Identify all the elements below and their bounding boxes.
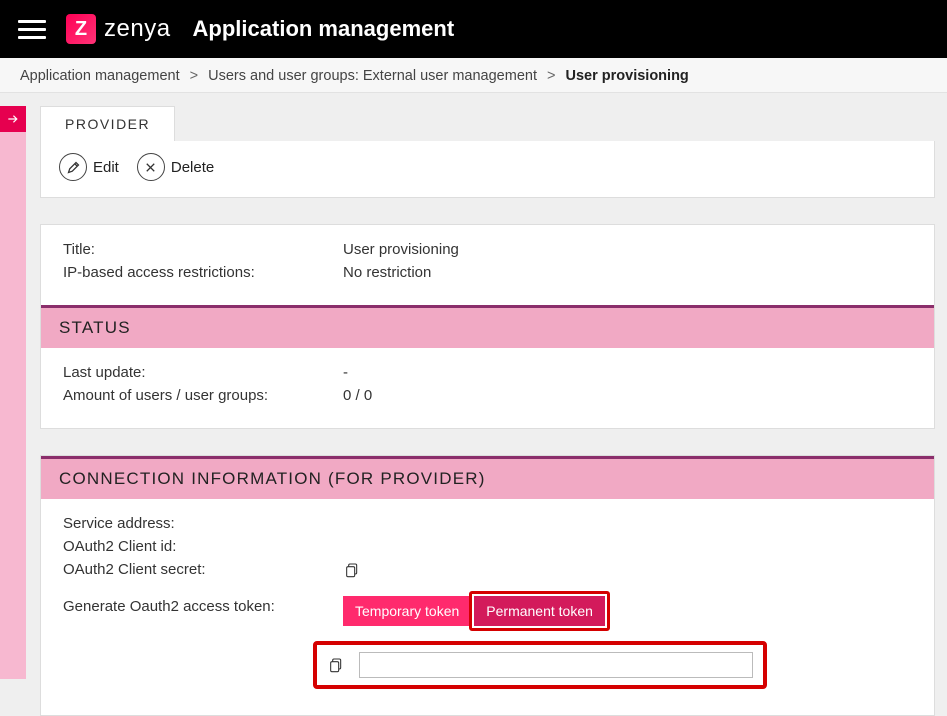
permanent-token-button[interactable]: Permanent token <box>474 596 605 626</box>
token-output-highlight <box>313 641 767 689</box>
ip-restriction-value: No restriction <box>343 264 431 281</box>
brand-name[interactable]: zenya <box>104 15 171 43</box>
tab-provider[interactable]: PROVIDER <box>40 106 175 141</box>
content-area: PROVIDER Edit Delete Title: User provisi… <box>40 106 935 716</box>
close-icon <box>137 153 165 181</box>
edit-button[interactable]: Edit <box>55 149 123 185</box>
ip-restriction-label: IP-based access restrictions: <box>63 264 343 281</box>
page-title: Application management <box>193 16 455 42</box>
brand-logo[interactable]: Z <box>66 14 96 44</box>
breadcrumb-item[interactable]: Users and user groups: External user man… <box>208 68 537 84</box>
title-value: User provisioning <box>343 241 459 258</box>
breadcrumb-separator: > <box>190 68 198 84</box>
top-bar: Z zenya Application management <box>0 0 947 58</box>
token-output-field[interactable] <box>359 652 753 678</box>
delete-button[interactable]: Delete <box>133 149 218 185</box>
pencil-icon <box>59 153 87 181</box>
copy-token-icon[interactable] <box>327 656 345 674</box>
service-address-label: Service address: <box>63 515 343 532</box>
users-count-value: 0 / 0 <box>343 387 372 404</box>
toolbar-panel: Edit Delete <box>40 141 935 198</box>
generate-token-label: Generate Oauth2 access token: <box>63 591 343 615</box>
breadcrumb-item[interactable]: Application management <box>20 68 180 84</box>
arrow-right-icon <box>6 112 20 126</box>
left-sidebar-strip <box>0 106 26 679</box>
details-panel: Title: User provisioning IP-based access… <box>40 224 935 429</box>
edit-label: Edit <box>93 159 119 176</box>
hamburger-menu-icon[interactable] <box>18 15 46 43</box>
breadcrumb: Application management > Users and user … <box>0 58 947 93</box>
connection-heading: CONNECTION INFORMATION (FOR PROVIDER) <box>41 456 934 499</box>
breadcrumb-item-active: User provisioning <box>566 68 689 84</box>
last-update-label: Last update: <box>63 364 343 381</box>
breadcrumb-separator: > <box>547 68 555 84</box>
expand-sidebar-button[interactable] <box>0 106 26 132</box>
client-secret-label: OAuth2 Client secret: <box>63 561 343 583</box>
temporary-token-button[interactable]: Temporary token <box>343 596 471 626</box>
status-heading: STATUS <box>41 305 934 348</box>
connection-panel: CONNECTION INFORMATION (FOR PROVIDER) Se… <box>40 455 935 716</box>
client-id-label: OAuth2 Client id: <box>63 538 343 555</box>
last-update-value: - <box>343 364 348 381</box>
users-count-label: Amount of users / user groups: <box>63 387 343 404</box>
delete-label: Delete <box>171 159 214 176</box>
copy-client-secret-icon[interactable] <box>343 561 361 579</box>
title-label: Title: <box>63 241 343 258</box>
